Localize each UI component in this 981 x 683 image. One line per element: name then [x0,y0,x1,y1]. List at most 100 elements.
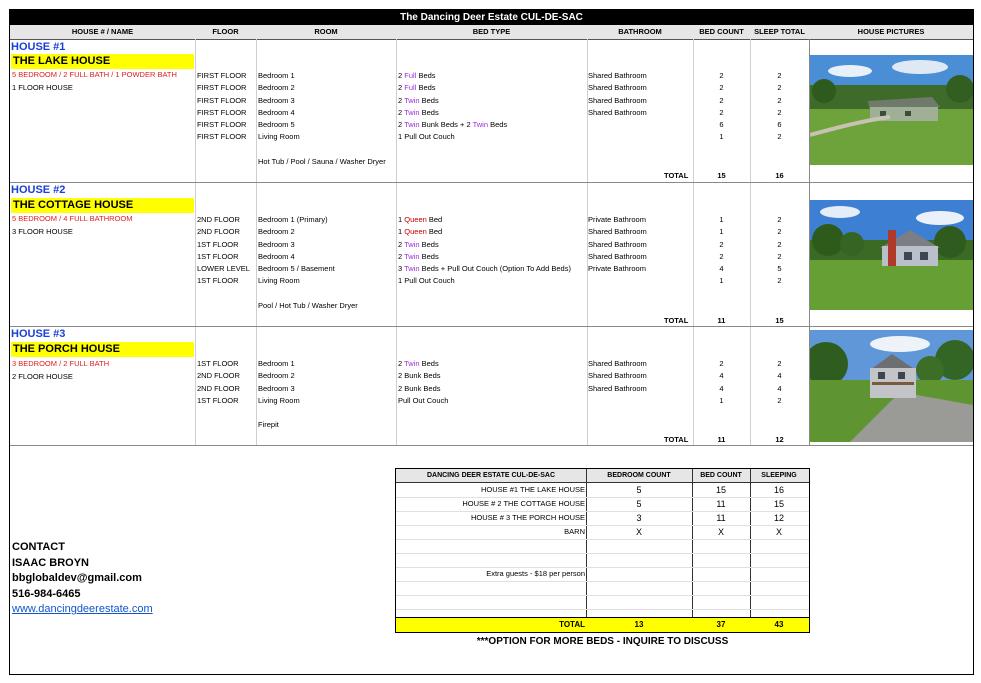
total-bed-count: 11 [717,435,726,444]
amenities: Hot Tub / Pool / Sauna / Washer Dryer [258,157,386,167]
house-floors: 2 FLOOR HOUSE [12,372,73,381]
lake-house-photo [810,55,973,165]
bed-type-cell: 2 Bunk Beds [398,371,441,381]
room-cell: Bedroom 3 [258,95,295,105]
bed-type-cell: 2 Twin Beds [398,239,439,249]
sleep-cell: 2 [777,276,782,286]
bed-type-cell: 3 Twin Beds + Pull Out Couch (Option To … [398,264,571,274]
total-label: TOTAL [664,435,689,444]
contact-email[interactable]: bbglobaldev@gmail.com [12,571,153,587]
room-cell: Living Room [258,276,300,286]
floor-cell: FIRST FLOOR [197,107,247,117]
header-bathroom: BATHROOM [618,27,662,36]
bathroom-cell: Shared Bathroom [588,83,647,93]
section-divider [10,326,973,327]
header-bed-count: BED COUNT [699,27,744,36]
sleep-cell: 2 [777,359,782,368]
contact-name: ISAAC BROYN [12,556,90,569]
room-cell: Bedroom 2 [258,83,295,93]
bed-count-column: 2 4 4 1 [693,358,750,407]
room-cell: Bedroom 4 [258,251,295,261]
sleep-cell: 4 [777,383,782,393]
bed-count-cell: 6 [719,120,724,130]
header-room: ROOM [314,27,338,36]
sleep-cell: 2 [777,395,782,405]
total-bed-count: 11 [717,316,726,325]
bed-type-cell: 2 Twin Bunk Beds + 2 Twin Beds [398,120,508,130]
sleep-cell: 6 [777,120,782,130]
floor-column: FIRST FLOOR FIRST FLOOR FIRST FLOOR FIRS… [197,70,246,144]
room-cell: Bedroom 3 [258,239,295,249]
floor-cell: FIRST FLOOR [197,71,247,80]
house-number: HOUSE #1 [11,41,66,53]
house-floors: 1 FLOOR HOUSE [12,83,73,92]
house-description: 5 BEDROOM / 2 FULL BATH / 1 POWDER BATH [12,70,177,79]
summary-row [396,553,809,568]
bed-type-column: 2 Full Beds 2 Full Beds 2 Twin Beds 2 Tw… [398,70,507,144]
summary-row [396,595,809,610]
room-cell: Bedroom 4 [258,107,295,117]
floor-cell: FIRST FLOOR [197,95,247,105]
floor-cell: FIRST FLOOR [197,120,247,130]
house-name: THE LAKE HOUSE [11,54,194,69]
room-column: Bedroom 1 Bedroom 2 Bedroom 3 Bedroom 4 … [258,70,386,168]
porch-house-photo [810,330,973,442]
sleep-cell: 2 [777,227,782,237]
summary-header-beds: BED COUNT [700,472,742,479]
bed-type-cell: 2 Full Beds [398,71,436,80]
total-sleep: 12 [775,435,784,444]
floor-column: 1ST FLOOR 2ND FLOOR 2ND FLOOR 1ST FLOOR [197,358,240,407]
room-cell: Bedroom 5 / Basement [258,264,335,274]
floor-cell: 1ST FLOOR [197,276,239,286]
bathroom-cell: Shared Bathroom [588,227,647,237]
more-beds-note: ***OPTION FOR MORE BEDS - INQUIRE TO DIS… [476,636,729,647]
summary-row [396,539,809,554]
house-number: HOUSE #3 [11,328,66,340]
bathroom-cell: Shared Bathroom [588,359,647,368]
cottage-house-photo [810,200,973,310]
bathroom-cell: Shared Bathroom [588,95,647,105]
bed-type-cell: Pull Out Couch [398,395,449,405]
summary-table: DANCING DEER ESTATE CUL-DE-SAC BEDROOM C… [395,468,810,633]
floor-cell: 1ST FLOOR [197,359,239,368]
room-cell: Bedroom 2 [258,227,295,237]
room-column: Bedroom 1 Bedroom 2 Bedroom 3 Living Roo… [258,358,300,432]
bed-count-cell: 4 [719,371,724,381]
bed-type-cell: 2 Bunk Beds [398,383,441,393]
bathroom-cell: Shared Bathroom [588,239,647,249]
sleep-cell: 2 [777,71,782,80]
bed-count-cell: 1 [719,395,724,405]
bed-count-cell: 2 [719,107,724,117]
section-divider [10,445,973,446]
room-column: Bedroom 1 (Primary) Bedroom 2 Bedroom 3 … [258,214,358,312]
grid-line [396,39,397,445]
header-floor: FLOOR [212,27,239,36]
room-cell: Living Room [258,395,300,405]
header-bed-type: BED TYPE [472,27,511,36]
floor-cell: 1ST FLOOR [197,239,239,249]
room-cell: Bedroom 5 [258,120,295,130]
bed-count-cell: 1 [719,132,724,142]
summary-header-name: DANCING DEER ESTATE CUL-DE-SAC [426,472,556,479]
bed-type-cell: 1 Pull Out Couch [398,132,455,142]
website-link[interactable]: www.dancingdeerestate.com [12,602,153,618]
grid-line [195,39,196,445]
contact-phone: 516-984-6465 [12,587,81,600]
column-header-row: HOUSE # / NAME FLOOR ROOM BED TYPE BATHR… [10,25,973,40]
total-sleep: 15 [775,316,784,325]
bed-count-cell: 1 [719,215,724,224]
floor-column: 2ND FLOOR 2ND FLOOR 1ST FLOOR 1ST FLOOR … [197,214,250,288]
summary-row: HOUSE # 2 THE COTTAGE HOUSE 5 11 15 [396,497,809,512]
bathroom-column: Shared Bathroom Shared Bathroom Shared B… [588,358,647,395]
sleep-cell: 2 [777,239,782,249]
room-cell: Bedroom 1 [258,359,295,368]
bed-type-cell: 1 Pull Out Couch [398,276,455,286]
total-bed-count: 15 [717,171,726,180]
bed-type-column: 1 Queen Bed 1 Queen Bed 2 Twin Beds 2 Tw… [398,214,571,288]
bathroom-cell: Shared Bathroom [588,107,647,117]
house-description: 5 BEDROOM / 4 FULL BATHROOM [12,214,133,223]
sheet-title: The Dancing Deer Estate CUL-DE-SAC [10,10,973,25]
sleep-total-column: 2 4 4 2 [750,358,809,407]
house-number: HOUSE #2 [11,184,66,196]
grid-line [256,39,257,445]
